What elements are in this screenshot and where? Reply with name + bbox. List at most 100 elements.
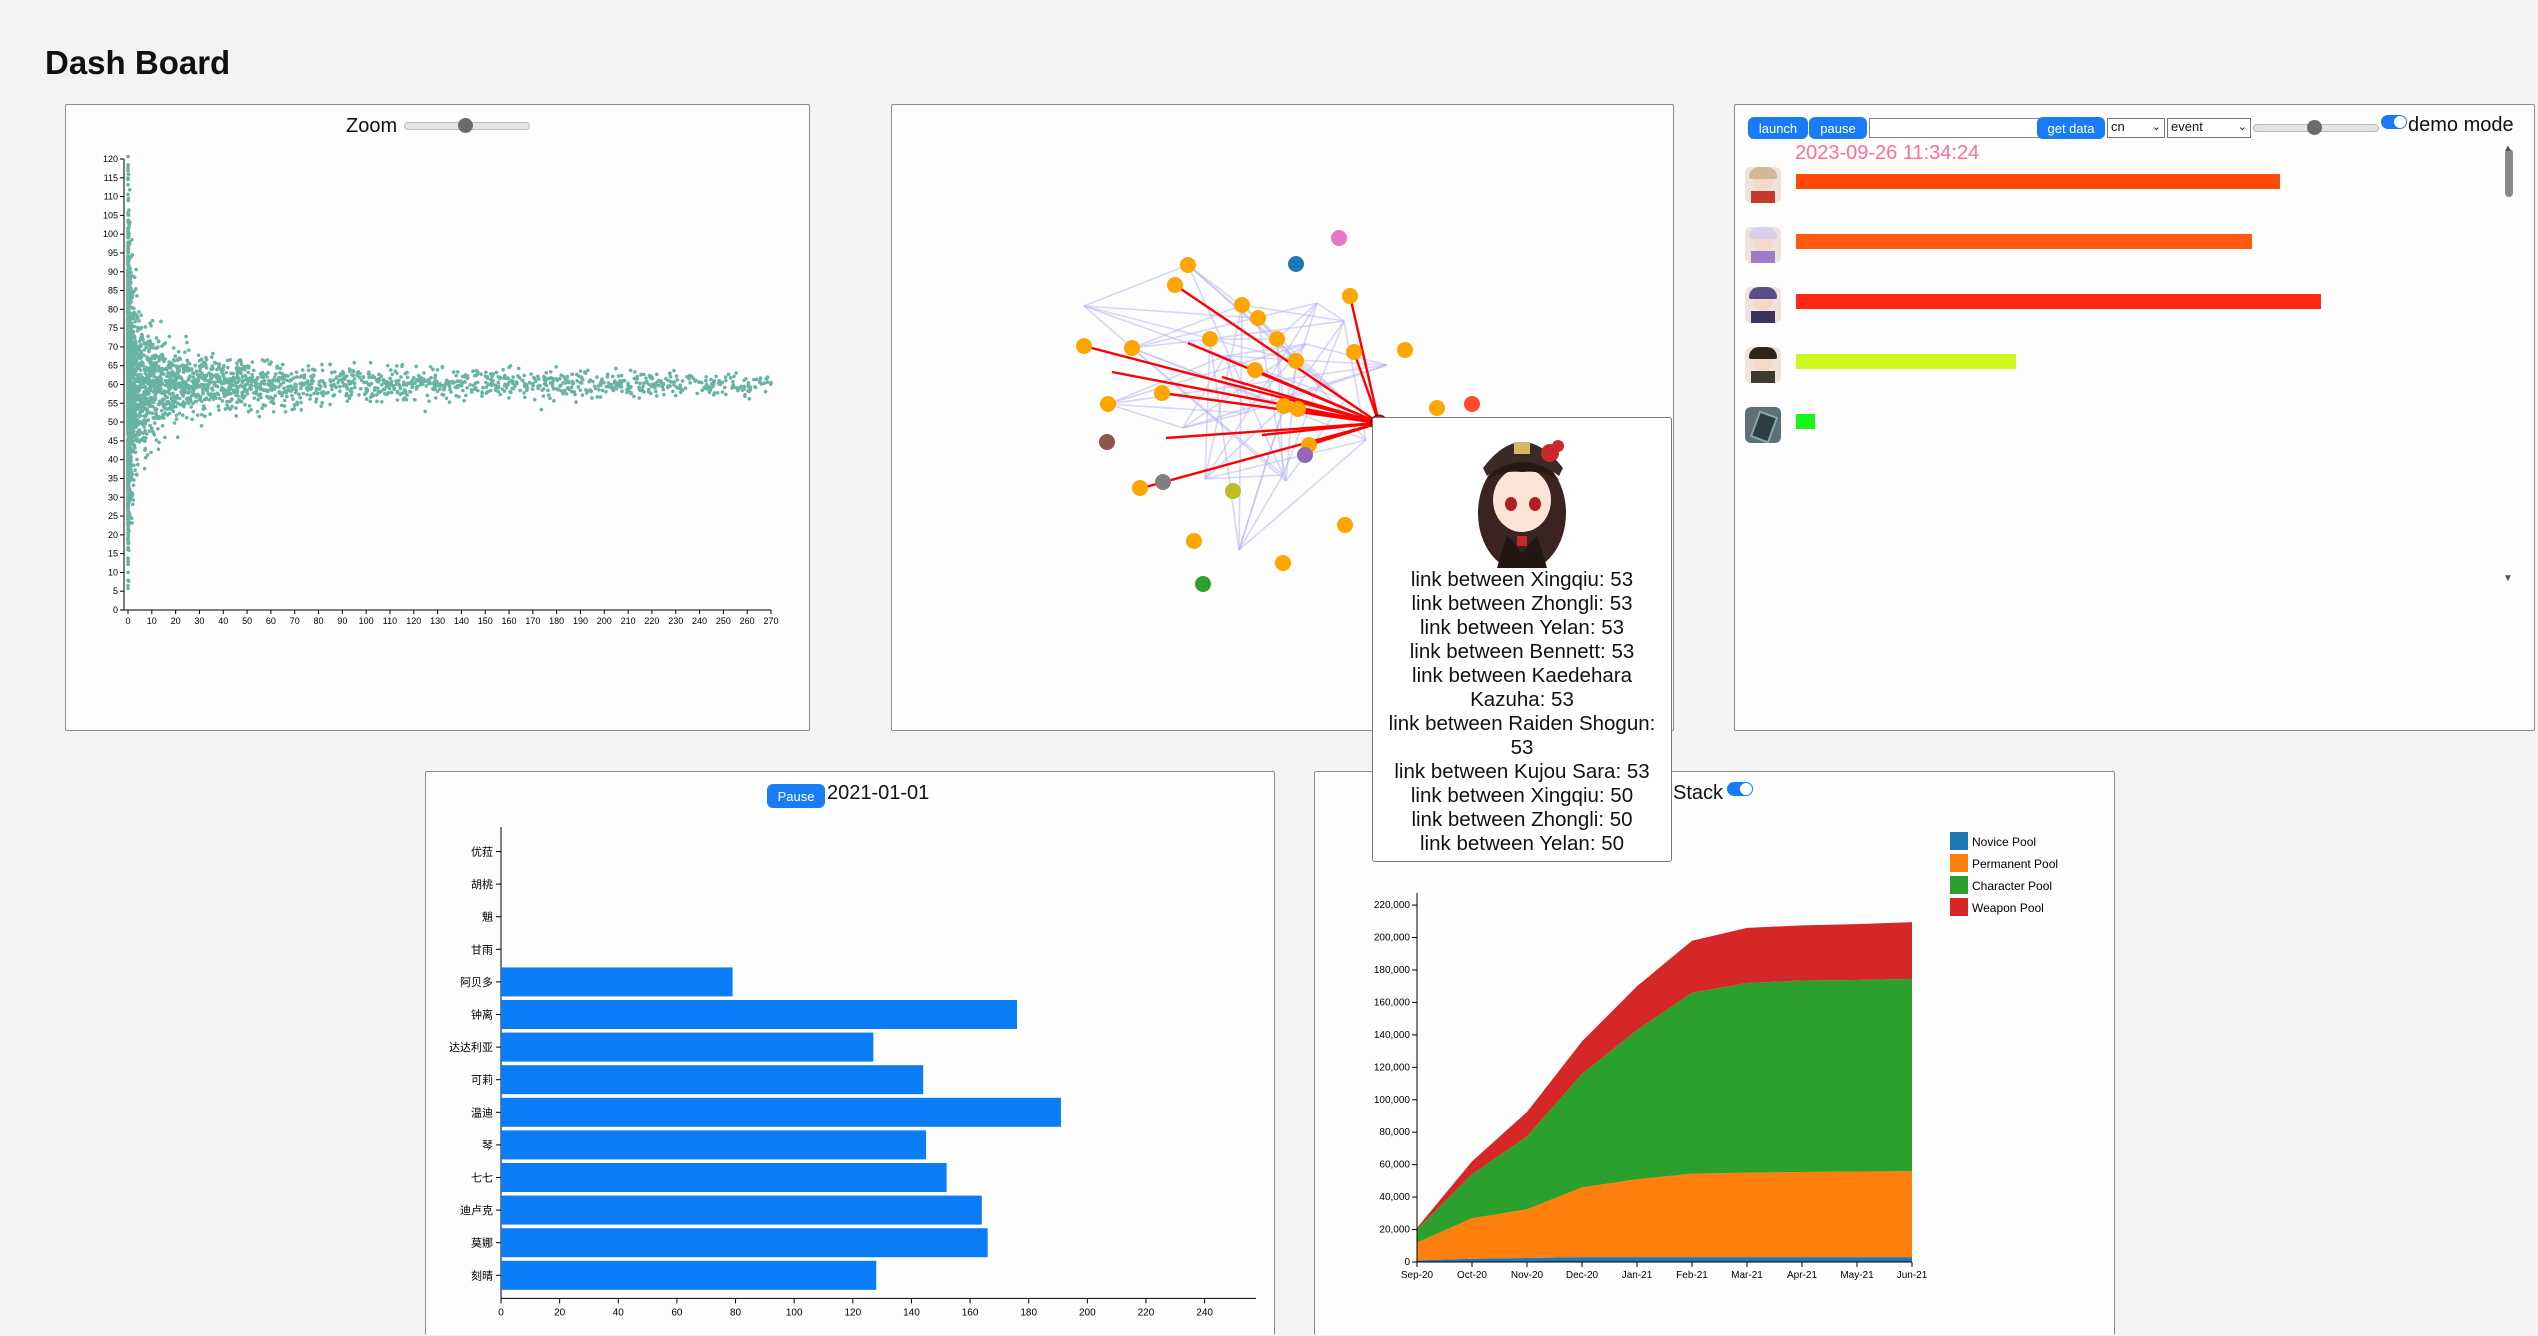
scatter-point bbox=[671, 389, 675, 394]
network-node[interactable] bbox=[1100, 396, 1116, 412]
network-node[interactable] bbox=[1346, 344, 1362, 360]
y-tick-label: 95 bbox=[108, 248, 118, 258]
bar bbox=[501, 1163, 947, 1192]
scatter-point bbox=[195, 385, 199, 390]
scatter-point bbox=[229, 391, 233, 396]
scatter-point bbox=[424, 384, 428, 388]
scatter-point bbox=[273, 393, 278, 398]
scatter-point bbox=[153, 385, 158, 389]
scatter-point bbox=[258, 382, 262, 386]
scatter-point bbox=[201, 392, 205, 396]
scatter-point bbox=[199, 363, 204, 367]
scatter-point bbox=[160, 382, 164, 387]
pause-button[interactable]: pause bbox=[1809, 117, 1867, 139]
scrollbar[interactable] bbox=[2505, 149, 2513, 197]
scatter-point bbox=[127, 313, 131, 317]
network-node[interactable] bbox=[1288, 353, 1304, 369]
scatter-point bbox=[252, 391, 256, 395]
network-node[interactable] bbox=[1397, 342, 1413, 358]
scatter-point bbox=[375, 386, 380, 390]
scatter-point bbox=[638, 381, 642, 386]
scatter-point bbox=[142, 353, 146, 358]
network-node[interactable] bbox=[1155, 474, 1171, 490]
network-node[interactable] bbox=[1429, 400, 1445, 416]
scatter-point bbox=[590, 396, 594, 400]
scatter-point bbox=[379, 382, 384, 387]
scatter-point bbox=[653, 389, 658, 394]
scroll-down-icon[interactable]: ▼ bbox=[2503, 573, 2513, 584]
scatter-point bbox=[203, 361, 207, 366]
launch-button[interactable]: launch bbox=[1748, 117, 1808, 139]
network-node[interactable] bbox=[1076, 338, 1092, 354]
scatter-point bbox=[185, 340, 189, 345]
scatter-point bbox=[680, 379, 685, 383]
network-node[interactable] bbox=[1269, 331, 1285, 347]
network-node[interactable] bbox=[1464, 396, 1480, 412]
legend-swatch bbox=[1950, 876, 1968, 894]
scatter-point bbox=[156, 364, 161, 369]
language-select[interactable]: cn ⌄ bbox=[2107, 118, 2165, 138]
scatter-point bbox=[158, 399, 162, 404]
y-tick-label: 60 bbox=[108, 380, 118, 390]
network-node[interactable] bbox=[1099, 434, 1115, 450]
network-node[interactable] bbox=[1154, 385, 1170, 401]
scatter-point bbox=[344, 383, 348, 387]
network-node[interactable] bbox=[1275, 555, 1291, 571]
demo-mode-toggle[interactable] bbox=[2381, 115, 2407, 129]
network-node[interactable] bbox=[1331, 230, 1347, 246]
scatter-point bbox=[126, 243, 131, 248]
scatter-point bbox=[126, 453, 130, 457]
scatter-point bbox=[564, 392, 569, 396]
scatter-point bbox=[600, 380, 605, 384]
x-tick-label: Feb-21 bbox=[1676, 1270, 1708, 1281]
scatter-point bbox=[518, 388, 522, 393]
scatter-point bbox=[305, 392, 309, 397]
scatter-point bbox=[359, 378, 364, 383]
scatter-point bbox=[186, 376, 191, 381]
scatter-point bbox=[498, 392, 502, 397]
speed-slider-thumb[interactable] bbox=[2307, 120, 2322, 135]
network-node[interactable] bbox=[1167, 277, 1183, 293]
scatter-point bbox=[234, 384, 239, 389]
scatter-point bbox=[388, 376, 392, 381]
scatter-point bbox=[137, 419, 142, 424]
network-node[interactable] bbox=[1195, 576, 1211, 592]
network-node[interactable] bbox=[1180, 257, 1196, 273]
scatter-point bbox=[400, 391, 405, 395]
mode-select[interactable]: event ⌄ bbox=[2167, 118, 2251, 138]
category-label: 钟离 bbox=[471, 1008, 493, 1022]
scatter-point bbox=[127, 187, 132, 192]
network-node[interactable] bbox=[1342, 288, 1358, 304]
scatter-point bbox=[412, 397, 417, 402]
scatter-point bbox=[539, 407, 544, 412]
scatter-point bbox=[739, 384, 744, 389]
data-url-input[interactable] bbox=[1869, 118, 2039, 138]
get-data-button[interactable]: get data bbox=[2037, 117, 2105, 139]
network-node[interactable] bbox=[1250, 310, 1266, 326]
network-node[interactable] bbox=[1124, 340, 1140, 356]
network-node[interactable] bbox=[1234, 297, 1250, 313]
network-node[interactable] bbox=[1290, 401, 1306, 417]
scatter-point bbox=[135, 462, 140, 467]
y-tick-label: 55 bbox=[108, 398, 118, 408]
scatter-point bbox=[153, 421, 157, 425]
network-node[interactable] bbox=[1288, 256, 1304, 272]
legend-swatch bbox=[1950, 854, 1968, 872]
scatter-point bbox=[494, 386, 498, 391]
network-node[interactable] bbox=[1276, 398, 1292, 414]
network-node[interactable] bbox=[1247, 362, 1263, 378]
scatter-point bbox=[267, 380, 272, 384]
scatter-point bbox=[126, 183, 130, 187]
scatter-point bbox=[255, 409, 260, 414]
scatter-point bbox=[280, 362, 285, 367]
scatter-point bbox=[433, 376, 437, 380]
network-node[interactable] bbox=[1225, 483, 1241, 499]
network-node[interactable] bbox=[1132, 480, 1148, 496]
network-node[interactable] bbox=[1297, 447, 1313, 463]
scatter-point bbox=[336, 380, 340, 385]
scatter-point bbox=[412, 375, 416, 380]
scroll-up-icon[interactable]: ▲ bbox=[2503, 143, 2513, 154]
network-node[interactable] bbox=[1337, 517, 1353, 533]
network-node[interactable] bbox=[1186, 533, 1202, 549]
network-node[interactable] bbox=[1202, 331, 1218, 347]
